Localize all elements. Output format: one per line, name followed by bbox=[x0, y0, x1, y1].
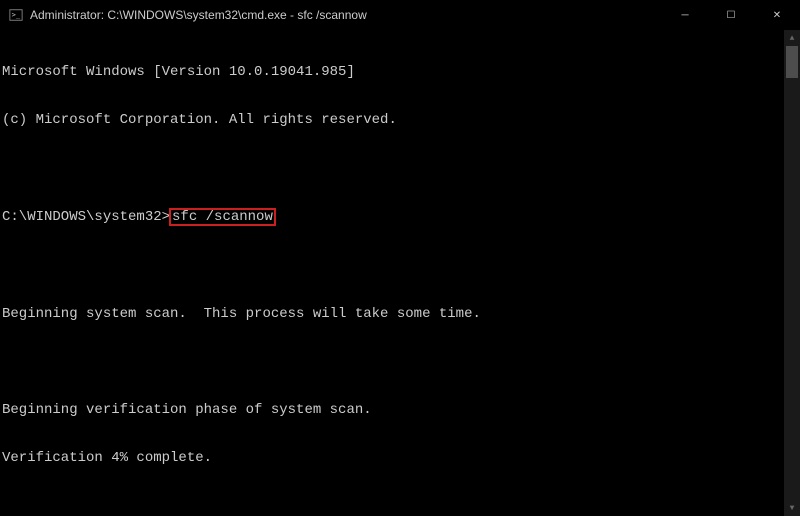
output-line bbox=[2, 160, 784, 176]
minimize-icon: ─ bbox=[681, 10, 688, 21]
cmd-window: >_ Administrator: C:\WINDOWS\system32\cm… bbox=[0, 0, 800, 516]
terminal-area: Microsoft Windows [Version 10.0.19041.98… bbox=[0, 30, 800, 516]
prompt-text: C:\WINDOWS\system32> bbox=[2, 209, 170, 225]
scrollbar-track[interactable] bbox=[784, 46, 800, 500]
cmd-icon: >_ bbox=[8, 7, 24, 23]
prompt-line: C:\WINDOWS\system32>sfc /scannow bbox=[2, 208, 784, 226]
command-highlight: sfc /scannow bbox=[169, 208, 276, 226]
terminal-output[interactable]: Microsoft Windows [Version 10.0.19041.98… bbox=[0, 30, 784, 516]
vertical-scrollbar[interactable]: ▲ ▼ bbox=[784, 30, 800, 516]
close-icon: ✕ bbox=[773, 10, 781, 21]
scroll-up-arrow[interactable]: ▲ bbox=[784, 30, 800, 46]
titlebar[interactable]: >_ Administrator: C:\WINDOWS\system32\cm… bbox=[0, 0, 800, 30]
output-line: (c) Microsoft Corporation. All rights re… bbox=[2, 112, 784, 128]
close-button[interactable]: ✕ bbox=[754, 0, 800, 30]
chevron-up-icon: ▲ bbox=[790, 34, 795, 43]
svg-text:>_: >_ bbox=[12, 11, 21, 19]
command-text: sfc /scannow bbox=[172, 209, 273, 225]
output-line: Beginning system scan. This process will… bbox=[2, 306, 784, 322]
chevron-down-icon: ▼ bbox=[790, 504, 795, 513]
window-title: Administrator: C:\WINDOWS\system32\cmd.e… bbox=[30, 8, 662, 22]
window-controls: ─ ☐ ✕ bbox=[662, 0, 800, 30]
scroll-down-arrow[interactable]: ▼ bbox=[784, 500, 800, 516]
output-line bbox=[2, 258, 784, 274]
maximize-icon: ☐ bbox=[727, 10, 736, 21]
minimize-button[interactable]: ─ bbox=[662, 0, 708, 30]
output-line: Verification 4% complete. bbox=[2, 450, 784, 466]
maximize-button[interactable]: ☐ bbox=[708, 0, 754, 30]
scrollbar-thumb[interactable] bbox=[786, 46, 798, 78]
output-line bbox=[2, 354, 784, 370]
output-line: Microsoft Windows [Version 10.0.19041.98… bbox=[2, 64, 784, 80]
output-line: Beginning verification phase of system s… bbox=[2, 402, 784, 418]
